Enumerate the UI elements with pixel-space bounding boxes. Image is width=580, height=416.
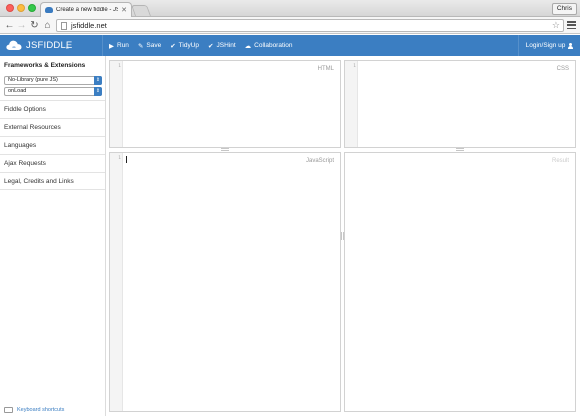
page-icon: [61, 22, 67, 30]
select-arrows-icon: ⇕: [94, 87, 102, 96]
svg-text:∞: ∞: [12, 45, 15, 50]
browser-menu-icon[interactable]: [567, 20, 576, 30]
app-header: ∞ JSFIDDLE α ▶ Run ✎ Save ✔ TidyUp ✔ JSH…: [0, 35, 580, 56]
profile-button[interactable]: Chris: [551, 3, 577, 15]
sidebar-item-ajax-requests[interactable]: Ajax Requests: [0, 154, 105, 172]
run-label: Run: [117, 42, 129, 49]
jsfiddle-logo-icon[interactable]: ∞: [6, 39, 22, 51]
tidyup-label: TidyUp: [178, 42, 200, 49]
library-select-value: No-Library (pure JS): [8, 77, 58, 83]
tidyup-button[interactable]: ✔ TidyUp: [170, 42, 199, 50]
line-number: 1: [118, 156, 121, 161]
cloud-icon: ☁: [244, 42, 252, 50]
tab-title: Create a new fiddle - JSFi: [56, 7, 119, 13]
collaboration-button[interactable]: ☁ Collaboration: [245, 42, 293, 50]
check-icon: ✔: [208, 42, 214, 50]
browser-toolbar: ← → ↻ ⌂ jsfiddle.net ☆: [0, 17, 580, 34]
sidebar-item-external-resources[interactable]: External Resources: [0, 118, 105, 136]
sidebar-item-fiddle-options[interactable]: Fiddle Options: [0, 100, 105, 118]
brand-version: α: [66, 45, 69, 50]
frameworks-heading[interactable]: Frameworks & Extensions: [4, 62, 85, 69]
back-arrow-icon[interactable]: ←: [4, 19, 15, 31]
run-button[interactable]: ▶ Run: [109, 42, 129, 50]
user-icon: [568, 42, 574, 49]
check-icon: ✔: [170, 42, 176, 50]
home-icon[interactable]: ⌂: [42, 19, 53, 31]
keyboard-icon: [4, 407, 13, 413]
jsfiddle-favicon-icon: [45, 7, 53, 13]
library-select[interactable]: No-Library (pure JS) ⇕: [4, 76, 102, 85]
css-resize-handle[interactable]: [456, 148, 464, 151]
zoom-window-button[interactable]: [28, 4, 36, 12]
text-cursor: [126, 156, 127, 163]
line-gutter: 1: [110, 153, 123, 411]
html-resize-handle[interactable]: [221, 148, 229, 151]
jshint-label: JSHint: [216, 42, 236, 49]
play-icon: ▶: [109, 42, 114, 50]
reload-icon[interactable]: ↻: [29, 19, 40, 31]
bookmark-star-icon[interactable]: ☆: [552, 20, 560, 31]
jshint-button[interactable]: ✔ JSHint: [208, 42, 236, 50]
line-gutter: 1: [110, 61, 123, 147]
javascript-panel-label: JavaScript: [305, 158, 334, 164]
browser-titlebar: Create a new fiddle - JSFi ✕ Chris: [0, 0, 580, 17]
css-panel-label: CSS: [556, 66, 569, 72]
sidebar-item-languages[interactable]: Languages: [0, 136, 105, 154]
javascript-panel[interactable]: 1 JavaScript: [109, 152, 341, 412]
action-bar: ▶ Run ✎ Save ✔ TidyUp ✔ JSHint ☁ Collabo…: [102, 35, 292, 56]
address-bar[interactable]: jsfiddle.net ☆: [56, 19, 564, 32]
html-panel[interactable]: 1 HTML: [109, 60, 341, 148]
collaboration-label: Collaboration: [254, 42, 293, 49]
load-type-value: onLoad: [8, 88, 27, 94]
css-panel[interactable]: 1 CSS: [344, 60, 576, 148]
sidebar-item-legal[interactable]: Legal, Credits and Links: [0, 172, 105, 190]
keyboard-shortcuts-link[interactable]: Keyboard shortcuts: [4, 407, 64, 413]
column-resize-handle[interactable]: [341, 232, 344, 240]
pencil-icon: ✎: [137, 42, 144, 50]
result-panel[interactable]: Result: [344, 152, 576, 412]
tab-close-icon[interactable]: ✕: [121, 6, 127, 14]
load-type-select[interactable]: onLoad ⇕: [4, 87, 102, 96]
html-panel-label: HTML: [317, 66, 334, 72]
close-window-button[interactable]: [6, 4, 14, 12]
result-panel-label: Result: [551, 158, 569, 164]
select-arrows-icon: ⇕: [94, 76, 102, 85]
line-gutter: 1: [345, 61, 358, 147]
login-signup-button[interactable]: Login/Sign up: [518, 35, 580, 56]
save-button[interactable]: ✎ Save: [138, 42, 161, 50]
line-number: 1: [353, 64, 356, 69]
url-text[interactable]: jsfiddle.net: [71, 21, 107, 31]
sidebar: Frameworks & Extensions No-Library (pure…: [0, 56, 106, 416]
save-label: Save: [146, 42, 162, 49]
new-tab-button[interactable]: [130, 5, 152, 16]
login-label: Login/Sign up: [525, 42, 566, 49]
keyboard-shortcuts-label: Keyboard shortcuts: [17, 407, 65, 413]
minimize-window-button[interactable]: [17, 4, 25, 12]
line-number: 1: [118, 64, 121, 69]
forward-arrow-icon[interactable]: →: [16, 19, 27, 31]
browser-tab[interactable]: Create a new fiddle - JSFi ✕: [40, 2, 132, 17]
